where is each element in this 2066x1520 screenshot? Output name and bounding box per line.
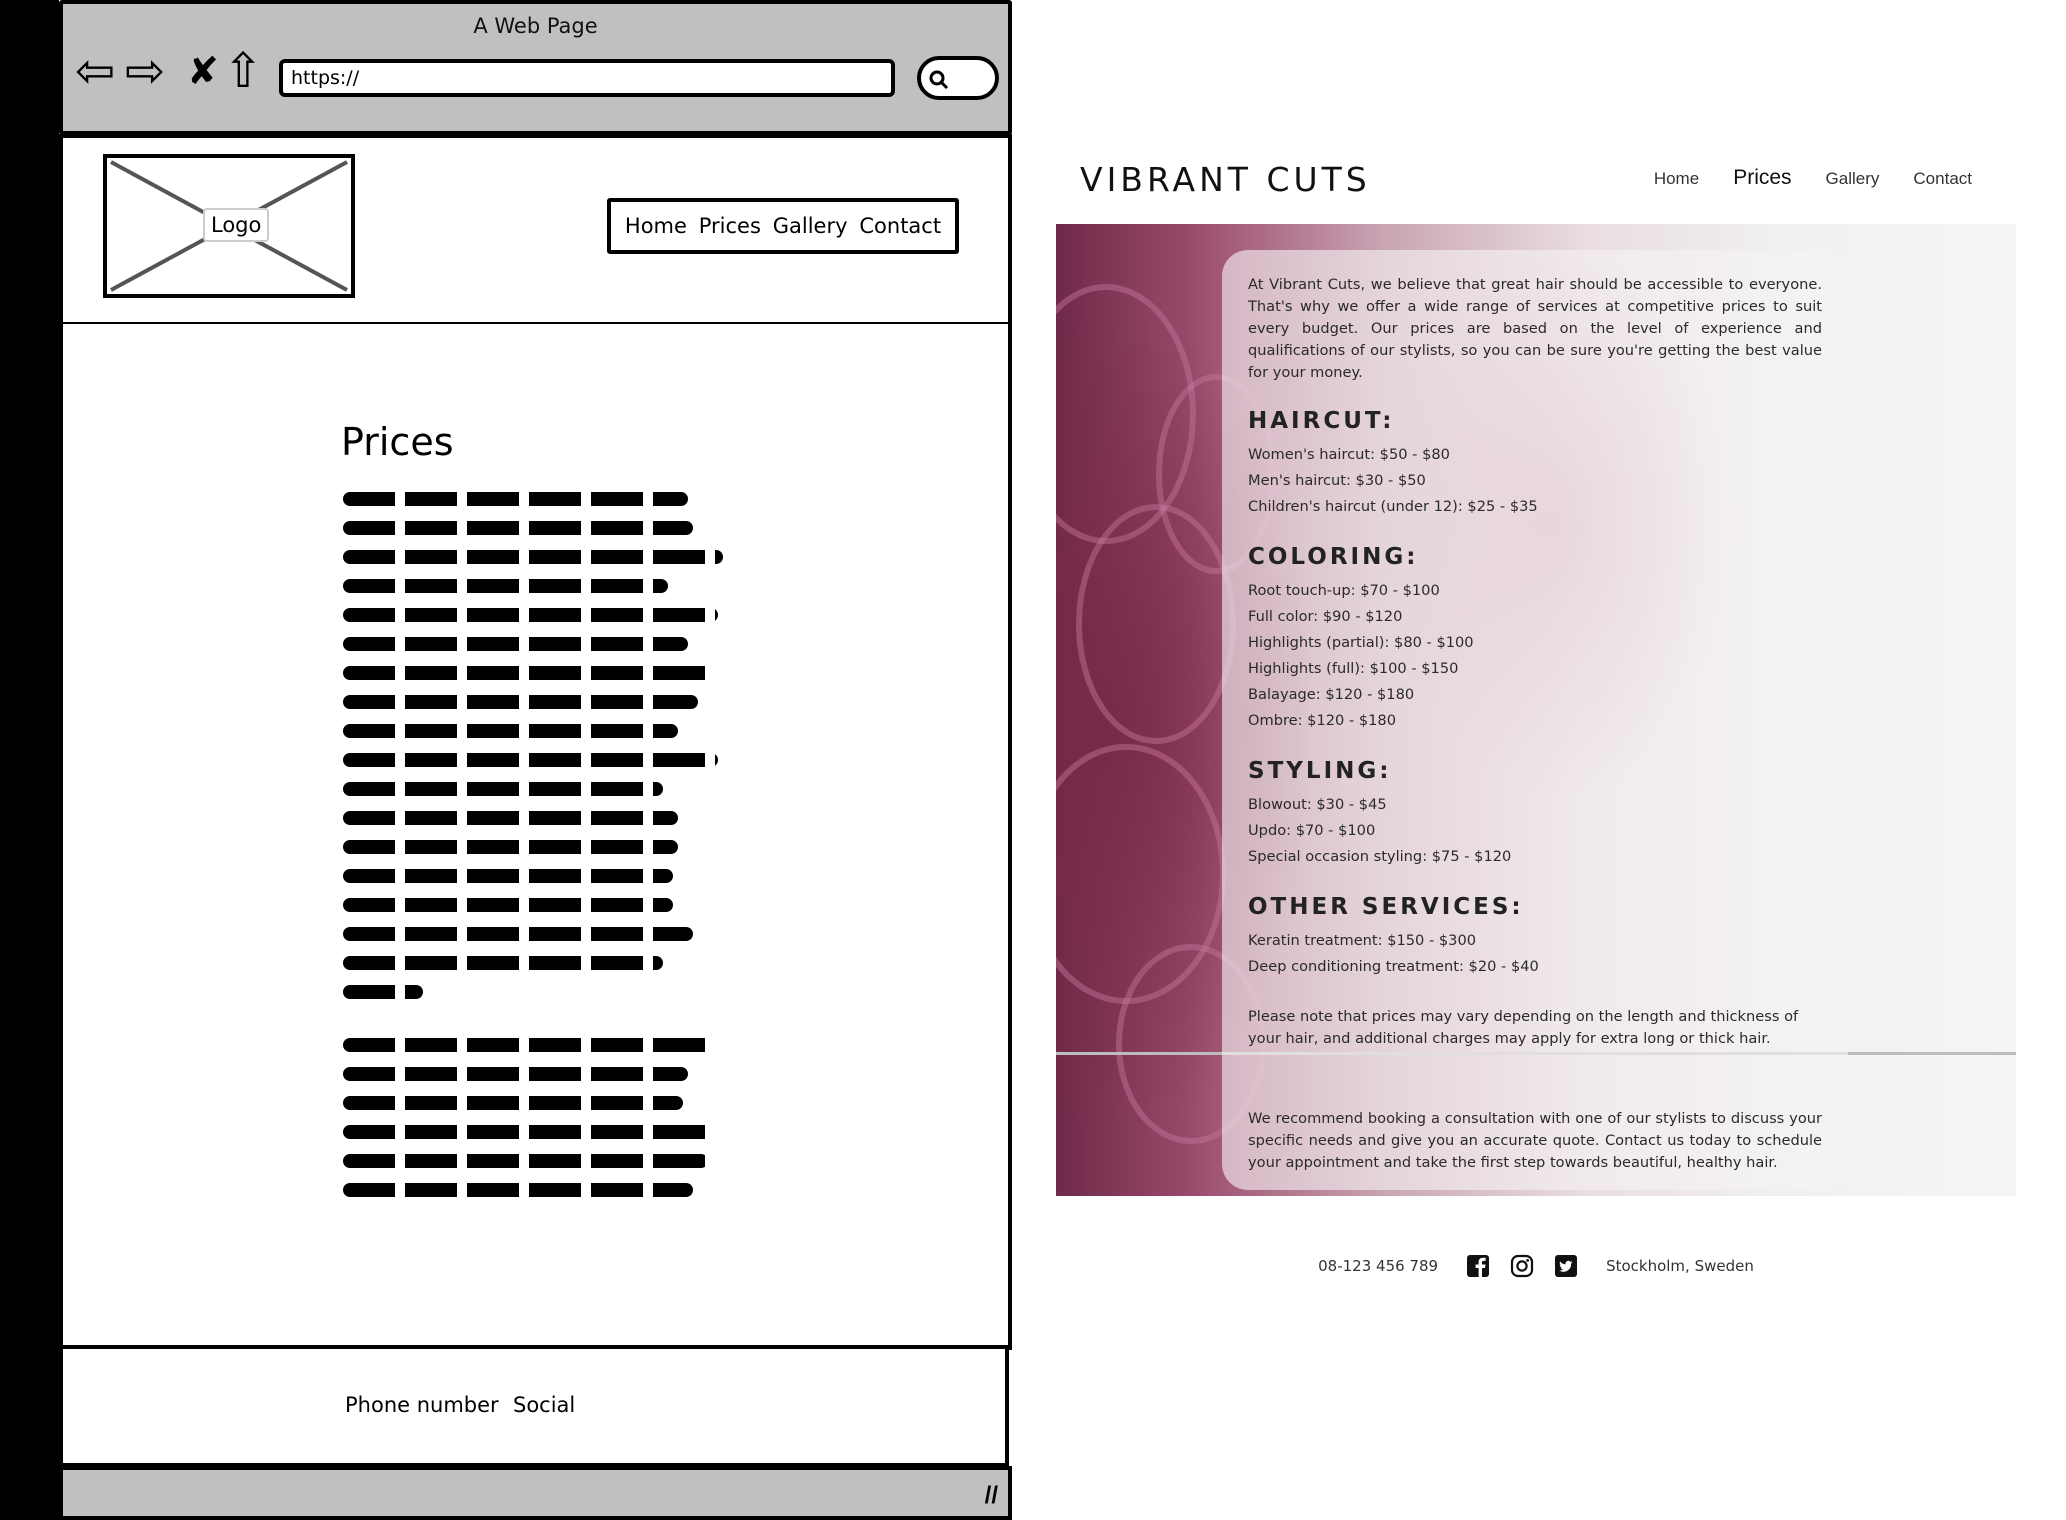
- wire-nav-prices[interactable]: Prices: [699, 214, 761, 238]
- wire-nav-contact[interactable]: Contact: [859, 214, 941, 238]
- placeholder-text-block-2: [343, 1038, 723, 1212]
- styling-section: STYLING: Blowout: $30 - $45 Updo: $70 - …: [1248, 758, 1822, 870]
- wire-nav-gallery[interactable]: Gallery: [773, 214, 848, 238]
- forward-arrow-icon[interactable]: ⇨: [125, 44, 165, 98]
- site-nav: Home Prices Gallery Contact: [1654, 166, 1972, 190]
- consultation-text: We recommend booking a consultation with…: [1248, 1110, 1822, 1171]
- logo-label: Logo: [203, 208, 270, 242]
- section-title: COLORING:: [1248, 544, 1419, 570]
- placeholder-text-block: [343, 492, 723, 1014]
- pricing-note: Please note that prices may vary dependi…: [1248, 1008, 1799, 1047]
- other-services-section: OTHER SERVICES: Keratin treatment: $150 …: [1248, 894, 1822, 980]
- site-footer: 08-123 456 789 Stockholm, Sweden: [1056, 1236, 2016, 1296]
- price-item: Women's haircut: $50 - $80: [1248, 446, 1450, 463]
- nav-gallery[interactable]: Gallery: [1826, 169, 1880, 189]
- price-item: Full color: $90 - $120: [1248, 608, 1403, 625]
- hero-background-image: At Vibrant Cuts, we believe that great h…: [1056, 224, 2016, 1196]
- home-icon[interactable]: ⇧: [223, 44, 263, 98]
- nav-contact[interactable]: Contact: [1913, 169, 1972, 189]
- url-bar[interactable]: https://: [279, 59, 895, 97]
- site-header: VIBRANT CUTS Home Prices Gallery Contact: [1056, 136, 2016, 224]
- back-arrow-icon[interactable]: ⇦: [75, 44, 115, 98]
- section-title: STYLING:: [1248, 758, 1392, 784]
- logo-placeholder: Logo: [103, 154, 355, 298]
- wire-footer-phone: Phone number: [345, 1393, 499, 1417]
- wire-footer: Phone number Social: [59, 1345, 1009, 1467]
- twitter-icon[interactable]: [1554, 1254, 1578, 1278]
- wire-nav-menu: Home Prices Gallery Contact: [607, 198, 959, 254]
- browser-chrome: A Web Page ⇦ ⇨ ✘ ⇧ https://: [59, 0, 1012, 135]
- search-button[interactable]: [917, 56, 999, 100]
- wire-body: Prices: [59, 324, 1012, 1350]
- price-item: Keratin treatment: $150 - $300: [1248, 932, 1477, 949]
- price-item: Children's haircut (under 12): $25 - $35: [1248, 498, 1538, 515]
- section-title: OTHER SERVICES:: [1248, 894, 1524, 920]
- price-item: Blowout: $30 - $45: [1248, 796, 1387, 813]
- haircut-section: HAIRCUT: Women's haircut: $50 - $80 Men'…: [1248, 408, 1822, 520]
- website-mockup: VIBRANT CUTS Home Prices Gallery Contact…: [1056, 136, 2016, 1346]
- nav-prices[interactable]: Prices: [1733, 166, 1791, 190]
- price-item: Deep conditioning treatment: $20 - $40: [1248, 958, 1539, 975]
- intro-text: At Vibrant Cuts, we believe that great h…: [1248, 276, 1822, 381]
- wire-nav-home[interactable]: Home: [625, 214, 687, 238]
- instagram-icon[interactable]: [1510, 1254, 1534, 1278]
- section-title: HAIRCUT:: [1248, 408, 1395, 434]
- footer-location: Stockholm, Sweden: [1606, 1257, 1754, 1275]
- wire-status-bar: //: [59, 1466, 1012, 1520]
- price-item: Balayage: $120 - $180: [1248, 686, 1415, 703]
- wire-header: Logo Home Prices Gallery Contact: [59, 134, 1012, 326]
- price-item: Special occasion styling: $75 - $120: [1248, 848, 1512, 865]
- wire-footer-social: Social: [513, 1393, 576, 1417]
- price-item: Men's haircut: $30 - $50: [1248, 472, 1426, 489]
- nav-home[interactable]: Home: [1654, 169, 1699, 189]
- brand-logo[interactable]: VIBRANT CUTS: [1080, 160, 1371, 199]
- price-item: Highlights (partial): $80 - $100: [1248, 634, 1474, 651]
- price-item: Highlights (full): $100 - $150: [1248, 660, 1459, 677]
- resize-grip-icon[interactable]: //: [985, 1482, 998, 1510]
- prices-content-card: At Vibrant Cuts, we believe that great h…: [1222, 250, 1848, 1190]
- price-item: Root touch-up: $70 - $100: [1248, 582, 1440, 599]
- wireframe-mockup: A Web Page ⇦ ⇨ ✘ ⇧ https:// Logo Home Pr…: [59, 0, 1012, 1520]
- coloring-section: COLORING: Root touch-up: $70 - $100 Full…: [1248, 544, 1822, 734]
- facebook-icon[interactable]: [1466, 1254, 1490, 1278]
- footer-phone: 08-123 456 789: [1318, 1257, 1439, 1275]
- price-item: Updo: $70 - $100: [1248, 822, 1376, 839]
- close-icon[interactable]: ✘: [187, 44, 219, 98]
- search-icon: [929, 70, 949, 90]
- wire-page-heading: Prices: [341, 420, 454, 464]
- social-links: [1466, 1254, 1578, 1278]
- left-black-border: [0, 0, 59, 1520]
- price-item: Ombre: $120 - $180: [1248, 712, 1397, 729]
- window-title: A Web Page: [473, 14, 598, 38]
